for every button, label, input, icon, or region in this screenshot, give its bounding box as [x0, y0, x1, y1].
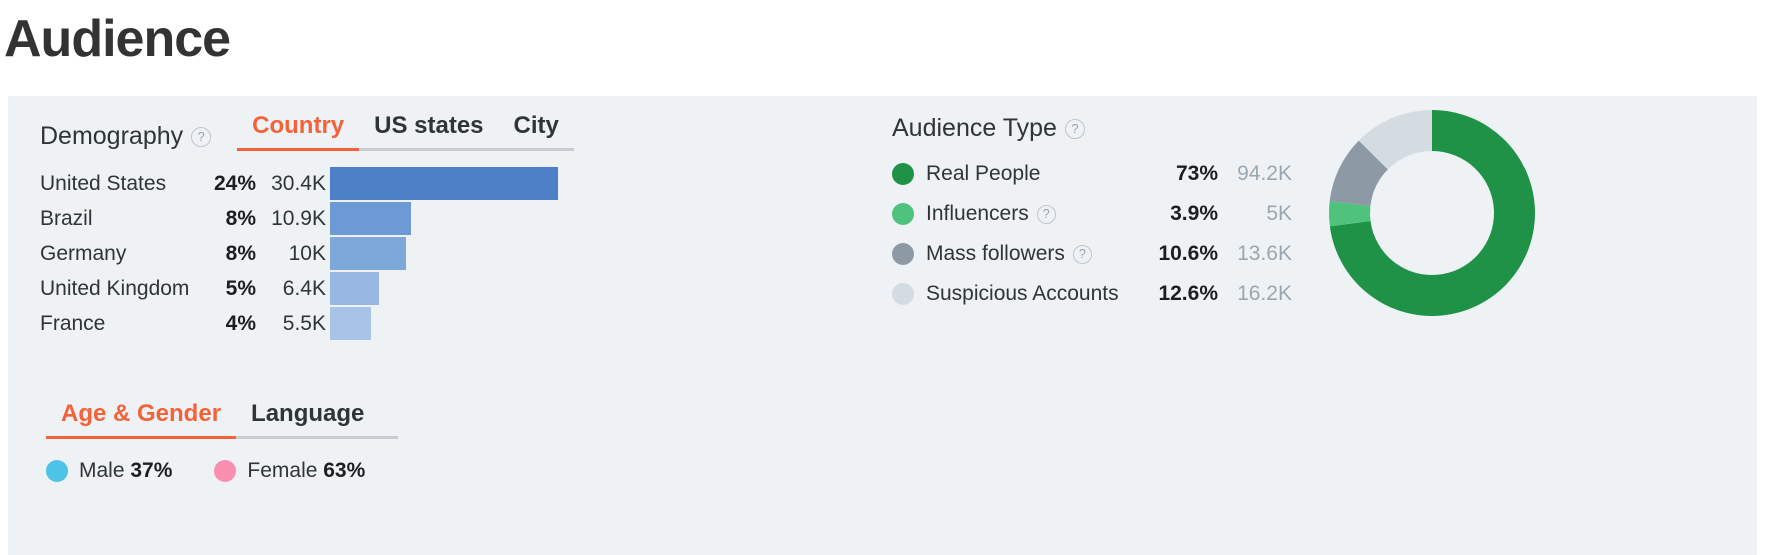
country-bar	[330, 272, 379, 305]
tab-language[interactable]: Language	[236, 400, 379, 439]
country-bar	[330, 202, 412, 235]
legend-dot-icon	[46, 460, 68, 482]
country-name: Germany	[40, 241, 127, 265]
gender-legend-percent: 37%	[130, 459, 173, 482]
country-bar-track	[330, 166, 600, 201]
audience-type-count: 16.2K	[1237, 282, 1292, 305]
gender-legend-label: Female 63%	[247, 459, 366, 482]
audience-type-label-text: Suspicious Accounts	[926, 282, 1119, 306]
gender-legend-percent: 63%	[323, 459, 366, 482]
audience-type-name: Real People	[926, 162, 1041, 185]
audience-page: Audience Demography ? Country US states …	[0, 0, 1765, 555]
tab-us-states[interactable]: US states	[359, 112, 498, 151]
age-gender-tabbar: Age & Gender Language	[46, 400, 398, 439]
audience-type-label: Audience Type ?	[892, 114, 1085, 143]
legend-dot-icon	[892, 283, 914, 305]
question-mark-icon[interactable]: ?	[191, 126, 212, 147]
audience-type-count: 5K	[1266, 202, 1292, 225]
country-bar	[330, 167, 558, 200]
country-name: United States	[40, 171, 167, 195]
country-bar	[330, 307, 371, 340]
legend-dot-icon	[892, 203, 914, 225]
country-bar	[330, 237, 407, 270]
country-row: Germany 8% 10K	[40, 236, 600, 271]
audience-type-name: Influencers	[926, 202, 1029, 225]
country-row: United Kingdom 5% 6.4K	[40, 271, 600, 306]
question-mark-icon[interactable]: ?	[1072, 244, 1092, 264]
demography-tabbar: Demography ? Country US states City	[40, 112, 600, 151]
country-percent: 8%	[225, 206, 256, 230]
gender-legend-label: Male 37%	[79, 459, 173, 482]
gender-legend-item: Female 63%	[214, 459, 365, 483]
audience-type-percent: 10.6%	[1158, 242, 1218, 265]
audience-type-count: 94.2K	[1237, 162, 1292, 185]
audience-type-row: Mass followers? 10.6% 13.6K	[892, 234, 1292, 274]
tab-age-gender-label: Age & Gender	[61, 400, 222, 427]
tab-language-label: Language	[251, 400, 365, 427]
audience-type-name: Suspicious Accounts	[926, 282, 1119, 305]
country-value: 10K	[288, 241, 326, 265]
donut-svg	[1329, 110, 1535, 316]
question-mark-icon[interactable]: ?	[1064, 118, 1085, 139]
demography-tabs: Country US states City	[237, 112, 574, 151]
audience-type-percent: 12.6%	[1158, 282, 1218, 305]
legend-dot-icon	[892, 163, 914, 185]
audience-type-row: Suspicious Accounts 12.6% 16.2K	[892, 274, 1292, 314]
page-title: Audience	[4, 10, 231, 68]
tab-us-states-label: US states	[374, 112, 484, 139]
question-mark-icon[interactable]: ?	[1036, 204, 1056, 224]
country-value: 5.5K	[282, 311, 326, 335]
demography-label-text: Demography	[40, 122, 184, 150]
tab-city-label: City	[513, 112, 559, 139]
country-row: France 4% 5.5K	[40, 306, 600, 341]
country-percent: 24%	[213, 171, 256, 195]
audience-type-percent: 73%	[1175, 162, 1218, 185]
country-row: Brazil 8% 10.9K	[40, 201, 600, 236]
tab-age-gender[interactable]: Age & Gender	[46, 400, 236, 439]
tab-city[interactable]: City	[499, 112, 574, 151]
country-value: 30.4K	[271, 171, 326, 195]
age-gender-tabs: Age & Gender Language	[46, 400, 398, 439]
audience-type-label-text: Audience Type	[892, 114, 1057, 142]
country-bar-track	[330, 306, 600, 341]
country-bar-track	[330, 201, 600, 236]
age-gender-active-underline	[46, 436, 236, 439]
demography-label: Demography ?	[40, 122, 212, 151]
demography-active-underline	[237, 148, 360, 151]
gender-legend: Male 37% Female 63%	[46, 459, 365, 483]
country-bar-track	[330, 271, 600, 306]
country-bar-track	[330, 236, 600, 271]
country-percent: 8%	[225, 241, 256, 265]
country-value: 10.9K	[271, 206, 326, 230]
legend-dot-icon	[892, 243, 914, 265]
audience-type-donut-chart	[1325, 106, 1539, 325]
country-percent: 5%	[225, 276, 256, 300]
audience-type-label-text: Influencers?	[926, 202, 1056, 226]
legend-dot-icon	[214, 460, 237, 482]
audience-type-row: Influencers? 3.9% 5K	[892, 194, 1292, 234]
country-row: United States 24% 30.4K	[40, 166, 600, 201]
audience-panel: Demography ? Country US states City Unit…	[8, 96, 1757, 555]
audience-type-percent: 3.9%	[1170, 202, 1218, 225]
country-list: United States 24% 30.4K Brazil 8% 10.9K German…	[40, 166, 600, 341]
country-name: Brazil	[40, 206, 93, 230]
audience-type-name: Mass followers	[926, 242, 1065, 265]
country-name: United Kingdom	[40, 276, 190, 300]
audience-type-list: Real People 73% 94.2K Influencers? 3.9% 5K Mas…	[892, 154, 1292, 314]
tab-country[interactable]: Country	[237, 112, 359, 151]
audience-type-row: Real People 73% 94.2K	[892, 154, 1292, 194]
audience-type-count: 13.6K	[1237, 242, 1292, 265]
audience-type-label-text: Real People	[926, 162, 1040, 186]
country-percent: 4%	[225, 311, 256, 335]
audience-type-label-text: Mass followers?	[926, 242, 1092, 266]
tab-country-label: Country	[252, 112, 345, 139]
country-name: France	[40, 311, 106, 335]
country-value: 6.4K	[282, 276, 326, 300]
gender-legend-item: Male 37%	[46, 459, 172, 483]
